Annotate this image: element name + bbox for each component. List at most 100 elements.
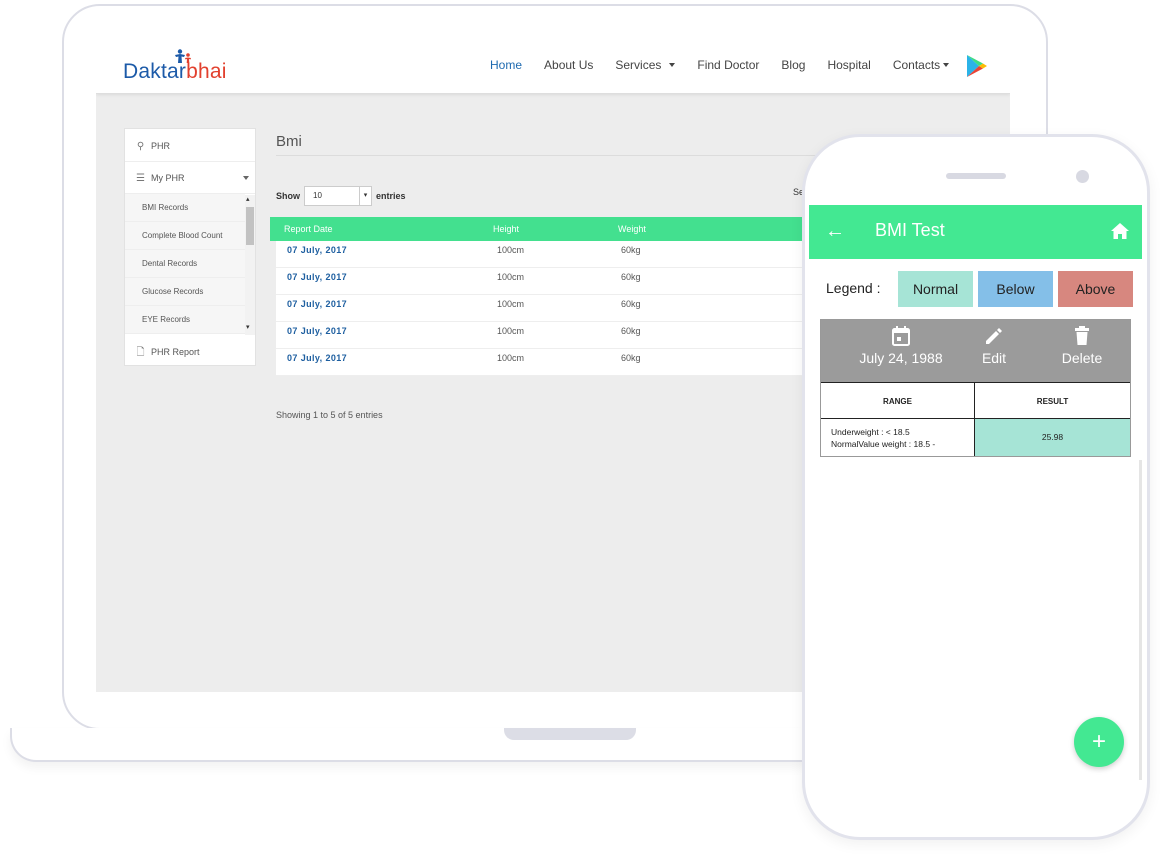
table-row[interactable]: 07 July, 2017 100cm 60kg (276, 268, 830, 295)
sidebar-sub-eye-records[interactable]: EYE Records (125, 306, 245, 334)
row-date[interactable]: 07 July, 2017 (287, 326, 347, 336)
nav-services-label: Services (615, 58, 662, 72)
legend-label: Legend : (826, 280, 881, 296)
row-date[interactable]: 07 July, 2017 (287, 353, 347, 363)
pencil-icon (986, 328, 1002, 344)
table-header: Report Date Height Weight (270, 217, 830, 241)
trash-icon (1075, 326, 1089, 345)
bmi-table: Report Date Height Weight 07 July, 2017 … (270, 217, 830, 376)
chevron-down-icon: ▾ (359, 187, 371, 205)
calendar-icon (892, 326, 910, 346)
home-icon[interactable] (1111, 223, 1129, 239)
row-weight: 60kg (621, 353, 641, 363)
sidebar-sub-glucose-records[interactable]: Glucose Records (125, 278, 245, 306)
delete-label: Delete (1061, 350, 1103, 366)
family-logo-icon (175, 49, 191, 63)
table-row[interactable]: 07 July, 2017 100cm 60kg (276, 322, 830, 349)
app-title: BMI Test (875, 220, 945, 240)
stage: Daktarbhai Home About Us Services Find D… (0, 0, 1160, 856)
phone-app-screen: ← BMI Test Legend : Normal Below Above J… (809, 205, 1142, 780)
range-header: RANGE (821, 382, 975, 419)
row-height: 100cm (497, 299, 525, 309)
chevron-down-icon (243, 176, 249, 180)
row-date[interactable]: 07 July, 2017 (287, 245, 347, 255)
sidebar-item-label: PHR Report (151, 347, 200, 357)
sidebar-item-label: My PHR (151, 173, 185, 183)
chevron-down-icon (943, 63, 950, 67)
add-record-button[interactable]: + (1074, 717, 1124, 767)
row-weight: 60kg (621, 326, 641, 336)
row-date[interactable]: 07 July, 2017 (287, 299, 347, 309)
nav-blog[interactable]: Blog (781, 58, 805, 72)
sidebar-scrollbar[interactable]: ▴ ▾ (245, 195, 255, 335)
sidebar-item-phr-report[interactable]: 🗋 PHR Report (135, 345, 265, 359)
table-row[interactable]: 07 July, 2017 100cm 60kg (276, 349, 830, 376)
entries-label: entries (376, 191, 406, 201)
sidebar-item-my-phr[interactable]: ☰ My PHR (135, 171, 265, 185)
document-icon: 🗋 (136, 346, 145, 358)
chevron-down-icon[interactable]: ▾ (246, 323, 250, 331)
top-navbar: Daktarbhai Home About Us Services Find D… (96, 40, 1010, 94)
edit-button[interactable]: Edit (969, 326, 1019, 366)
nav-contacts[interactable]: Contacts (892, 58, 950, 72)
laptop-notch (504, 728, 636, 740)
edit-label: Edit (981, 350, 1007, 366)
card-header: July 24, 1988 Edit Delete (821, 320, 1130, 382)
column-header-report-date[interactable]: Report Date (284, 217, 333, 241)
column-header-weight[interactable]: Weight (618, 217, 646, 241)
row-height: 100cm (497, 245, 525, 255)
row-weight: 60kg (621, 245, 641, 255)
scrollbar-thumb[interactable] (246, 207, 254, 245)
range-line-1: Underweight : < 18.5 (831, 427, 910, 437)
nav-home[interactable]: Home (490, 58, 522, 72)
row-height: 100cm (497, 272, 525, 282)
legend-normal: Normal (898, 271, 973, 307)
title-divider (276, 155, 816, 156)
show-label: Show (276, 191, 300, 201)
row-height: 100cm (497, 353, 525, 363)
entries-select[interactable]: 10 ▾ (304, 186, 372, 206)
row-date[interactable]: 07 July, 2017 (287, 272, 347, 282)
nav-links: Home About Us Services Find Doctor Blog … (490, 58, 971, 72)
chevron-down-icon (669, 63, 676, 67)
entries-control: Show 10 ▾ entries (276, 186, 406, 206)
delete-button[interactable]: Delete (1051, 326, 1113, 366)
nav-find-doctor[interactable]: Find Doctor (697, 58, 759, 72)
list-icon: ☰ (136, 172, 145, 184)
chevron-up-icon[interactable]: ▴ (246, 195, 250, 203)
brand-part-2: bhai (186, 60, 227, 83)
arrow-left-icon[interactable]: ← (825, 217, 845, 245)
table-row[interactable]: 07 July, 2017 100cm 60kg (276, 241, 830, 268)
phone-speaker (946, 173, 1006, 179)
table-info: Showing 1 to 5 of 5 entries (276, 410, 383, 420)
app-bar: ← BMI Test (809, 205, 1142, 259)
nav-contacts-label: Contacts (892, 58, 941, 72)
table-row[interactable]: 07 July, 2017 100cm 60kg (276, 295, 830, 322)
sidebar-item-label: PHR (151, 141, 171, 151)
brand-part-1: Daktar (123, 60, 187, 83)
legend-above: Above (1058, 271, 1133, 307)
phr-sidebar: ⚲ PHR ☰ My PHR BMI Records Complete Bloo… (124, 128, 256, 366)
result-cell: 25.98 (975, 419, 1130, 456)
row-height: 100cm (497, 326, 525, 336)
column-header-height[interactable]: Height (493, 217, 519, 241)
legend-below: Below (978, 271, 1053, 307)
sidebar-sub-bmi-records[interactable]: BMI Records (125, 194, 245, 222)
page-title: Bmi (276, 133, 302, 150)
sidebar-sub-complete-blood-count[interactable]: Complete Blood Count (125, 222, 245, 250)
row-weight: 60kg (621, 272, 641, 282)
nav-services[interactable]: Services (615, 58, 676, 72)
sidebar-sub-dental-records[interactable]: Dental Records (125, 250, 245, 278)
bmi-record-card: July 24, 1988 Edit Delete RANGE RESULT U… (820, 319, 1131, 457)
result-header: RESULT (975, 382, 1130, 419)
brand-logo[interactable]: Daktarbhai (123, 49, 227, 84)
row-weight: 60kg (621, 299, 641, 309)
app-scroll-edge (1139, 460, 1142, 780)
entries-select-value: 10 (313, 191, 322, 200)
user-icon: ⚲ (136, 140, 145, 152)
nav-hospital[interactable]: Hospital (827, 58, 870, 72)
record-date[interactable]: July 24, 1988 (841, 326, 961, 366)
sidebar-item-phr[interactable]: ⚲ PHR (135, 139, 265, 153)
nav-about-us[interactable]: About Us (544, 58, 593, 72)
play-store-icon[interactable] (966, 54, 988, 78)
